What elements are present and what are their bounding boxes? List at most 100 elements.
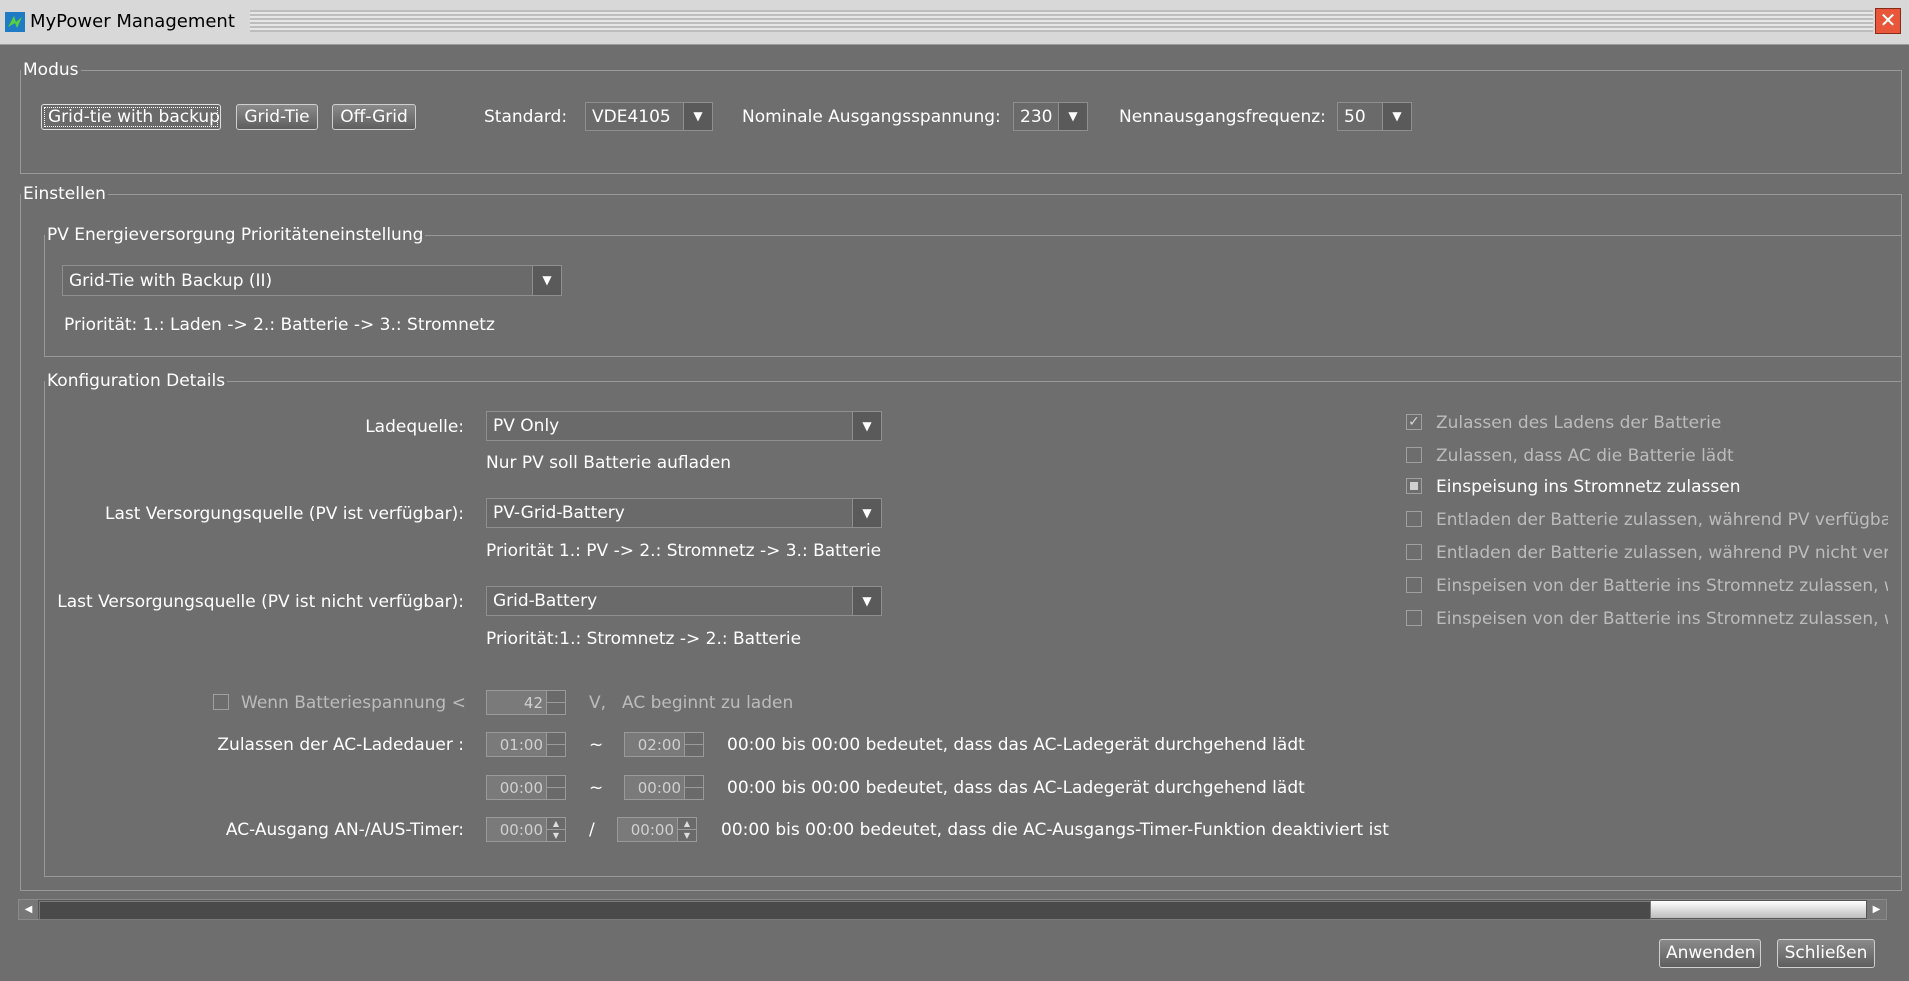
battery-hint: AC beginnt zu laden — [622, 693, 794, 713]
tilde-separator: ~ — [589, 735, 604, 755]
discharge-pv-unavailable-label: Entladen der Batterie zulassen, während … — [1436, 543, 1888, 563]
allow-battery-charge-checkbox[interactable]: ✓ — [1406, 414, 1422, 430]
allow-grid-feed-checkbox[interactable] — [1406, 478, 1422, 494]
app-icon — [5, 12, 25, 32]
horizontal-scrollbar[interactable]: ◀ ▶ — [18, 899, 1887, 920]
timer-from-stepper[interactable]: 00:00 ▲ ▼ — [486, 817, 566, 842]
discharge-pv-available-label: Entladen der Batterie zulassen, während … — [1436, 510, 1888, 530]
close-icon: ✕ — [1879, 8, 1897, 32]
einstellen-legend: Einstellen — [23, 184, 106, 204]
window-title: MyPower Management — [30, 11, 235, 32]
voltage-value: 230 — [1020, 107, 1053, 127]
spin-down-icon[interactable]: ▼ — [547, 830, 565, 841]
standard-value: VDE4105 — [592, 107, 671, 127]
chevron-down-icon[interactable]: ▼ — [852, 412, 881, 440]
standard-label: Standard: — [484, 107, 568, 127]
duration1-to-value: 02:00 — [637, 736, 681, 754]
modus-legend: Modus — [23, 60, 79, 80]
last-pv-label: Last Versorgungsquelle (PV ist verfügbar… — [104, 504, 464, 524]
ac-timer-label: AC-Ausgang AN-/AUS-Timer: — [225, 820, 464, 840]
spin-up-icon[interactable] — [547, 691, 565, 703]
ladequelle-select[interactable]: PV Only ▼ — [486, 411, 882, 441]
duration2-to-value: 00:00 — [637, 779, 681, 797]
allow-ac-charge-checkbox[interactable] — [1406, 447, 1422, 463]
duration1-to-stepper[interactable]: 02:00 — [624, 732, 704, 757]
scroll-right-button[interactable]: ▶ — [1867, 900, 1886, 919]
chevron-down-icon[interactable]: ▼ — [532, 266, 561, 295]
allow-ac-charge-label: Zulassen, dass AC die Batterie lädt — [1436, 446, 1734, 466]
voltage-select[interactable]: 230 ▼ — [1013, 102, 1088, 131]
timer-from-value: 00:00 — [499, 821, 543, 839]
spin-down-icon[interactable] — [547, 703, 565, 714]
voltage-label: Nominale Ausgangsspannung: — [742, 107, 1001, 127]
scrollbar-thumb[interactable] — [39, 901, 1651, 920]
duration2-to-stepper[interactable]: 00:00 — [624, 775, 704, 800]
spin-down-icon[interactable] — [547, 788, 565, 799]
ladequelle-hint: Nur PV soll Batterie aufladen — [486, 453, 732, 473]
title-bar-drag-area[interactable] — [250, 10, 1873, 32]
chevron-down-icon[interactable]: ▼ — [852, 499, 881, 527]
spin-up-icon[interactable]: ▲ — [678, 818, 696, 830]
timer-to-stepper[interactable]: 00:00 ▲ ▼ — [617, 817, 697, 842]
spin-down-icon[interactable]: ▼ — [678, 830, 696, 841]
timer-to-value: 00:00 — [630, 821, 674, 839]
mode-button-grid-tie-with-backup[interactable]: Grid-tie with backup — [41, 104, 221, 130]
frequency-select[interactable]: 50 ▼ — [1337, 102, 1412, 131]
pv-priority-text: Priorität: 1.: Laden -> 2.: Batterie -> … — [64, 315, 495, 335]
duration1-from-stepper[interactable]: 01:00 — [486, 732, 566, 757]
chevron-down-icon[interactable]: ▼ — [852, 587, 881, 615]
chevron-down-icon[interactable]: ▼ — [1382, 103, 1411, 130]
last-nopv-hint: Priorität:1.: Stromnetz -> 2.: Batterie — [486, 629, 802, 649]
last-pv-hint: Priorität 1.: PV -> 2.: Stromnetz -> 3.:… — [486, 541, 882, 561]
duration2-hint: 00:00 bis 00:00 bedeutet, dass das AC-La… — [727, 778, 1305, 798]
battery-unit: V, — [589, 693, 607, 713]
standard-select[interactable]: VDE4105 ▼ — [585, 102, 713, 131]
pv-priority-legend: PV Energieversorgung Prioritäteneinstell… — [47, 225, 424, 245]
title-bar: MyPower Management ✕ — [0, 0, 1909, 45]
battery-feed-grid-label-2: Einspeisen von der Batterie ins Stromnet… — [1436, 609, 1888, 629]
battery-feed-grid-label-1: Einspeisen von der Batterie ins Stromnet… — [1436, 576, 1888, 596]
ac-duration-label: Zulassen der AC-Ladedauer : — [217, 735, 464, 755]
spin-down-icon[interactable] — [685, 788, 703, 799]
battery-voltage-checkbox[interactable] — [213, 694, 229, 710]
duration2-from-value: 00:00 — [499, 779, 543, 797]
spin-down-icon[interactable] — [685, 745, 703, 756]
last-nopv-select[interactable]: Grid-Battery ▼ — [486, 586, 882, 616]
spin-down-icon[interactable] — [547, 745, 565, 756]
allow-battery-charge-label: Zulassen des Ladens der Batterie — [1436, 413, 1722, 433]
apply-button[interactable]: Anwenden — [1659, 939, 1761, 968]
discharge-pv-unavailable-checkbox[interactable] — [1406, 544, 1422, 560]
battery-feed-grid-checkbox-1[interactable] — [1406, 577, 1422, 593]
duration1-hint: 00:00 bis 00:00 bedeutet, dass das AC-La… — [727, 735, 1305, 755]
ladequelle-label: Ladequelle: — [365, 417, 464, 437]
battery-feed-grid-checkbox-2[interactable] — [1406, 610, 1422, 626]
spin-up-icon[interactable]: ▲ — [547, 818, 565, 830]
battery-voltage-stepper[interactable]: 42 — [486, 690, 566, 715]
frequency-label: Nennausgangsfrequenz: — [1119, 107, 1326, 127]
spin-up-icon[interactable] — [685, 733, 703, 745]
spin-up-icon[interactable] — [685, 776, 703, 788]
duration2-from-stepper[interactable]: 00:00 — [486, 775, 566, 800]
chevron-down-icon[interactable]: ▼ — [683, 103, 712, 130]
ladequelle-value: PV Only — [493, 416, 560, 436]
pv-priority-select[interactable]: Grid-Tie with Backup (II) ▼ — [62, 265, 562, 296]
scrollbar-track[interactable] — [1651, 901, 1866, 918]
scroll-left-button[interactable]: ◀ — [19, 900, 38, 919]
pv-priority-value: Grid-Tie with Backup (II) — [69, 271, 273, 291]
mode-button-off-grid[interactable]: Off-Grid — [332, 104, 416, 130]
spin-up-icon[interactable] — [547, 776, 565, 788]
last-pv-value: PV-Grid-Battery — [493, 503, 625, 523]
allow-grid-feed-label: Einspeisung ins Stromnetz zulassen — [1436, 477, 1741, 497]
close-button[interactable]: Schließen — [1777, 939, 1875, 968]
tilde-separator: ~ — [589, 778, 604, 798]
mode-button-grid-tie[interactable]: Grid-Tie — [236, 104, 318, 130]
config-details-legend: Konfiguration Details — [47, 371, 226, 391]
close-window-button[interactable]: ✕ — [1875, 8, 1901, 34]
frequency-value: 50 — [1344, 107, 1366, 127]
chevron-down-icon[interactable]: ▼ — [1058, 103, 1087, 130]
discharge-pv-available-checkbox[interactable] — [1406, 511, 1422, 527]
spin-up-icon[interactable] — [547, 733, 565, 745]
battery-voltage-value: 42 — [523, 694, 543, 712]
battery-voltage-label: Wenn Batteriespannung < — [241, 693, 466, 713]
last-pv-select[interactable]: PV-Grid-Battery ▼ — [486, 498, 882, 528]
